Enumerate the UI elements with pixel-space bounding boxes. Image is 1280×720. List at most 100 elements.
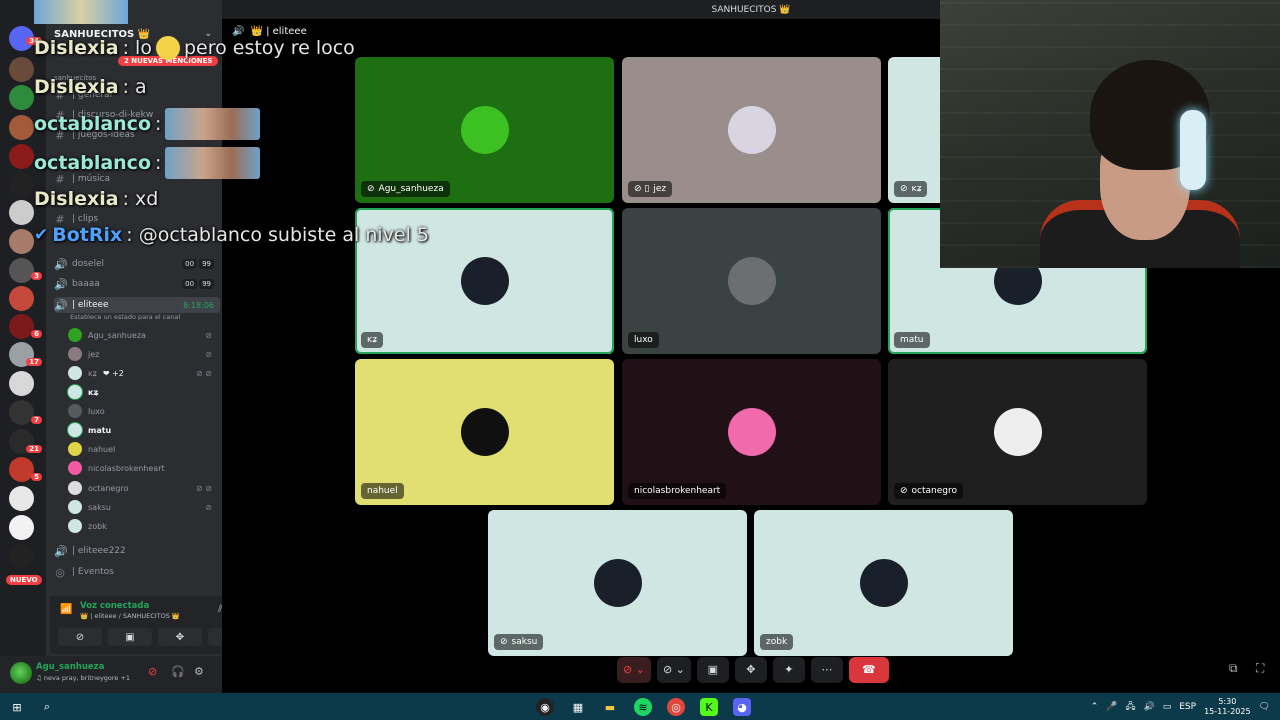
store-icon[interactable]: ▦ xyxy=(569,698,587,716)
soundboard-button[interactable]: ✦ xyxy=(772,656,805,683)
voice-channel-doselel[interactable]: 🔊 doselel 00 99 xyxy=(54,256,220,272)
server-icon[interactable] xyxy=(9,57,34,82)
server-icon[interactable] xyxy=(9,515,34,540)
leave-call-button[interactable]: ☎ xyxy=(848,656,889,683)
voice-member[interactable]: nicolasbrokenheart xyxy=(68,460,218,476)
activities-button[interactable]: ✥ xyxy=(158,628,202,646)
obs-icon[interactable]: ◉ xyxy=(536,698,554,716)
muted-icon: ⊘ xyxy=(500,637,508,647)
tile-name-label: matu xyxy=(894,332,930,348)
share-screen-button[interactable]: ▣ xyxy=(696,656,729,683)
voice-member[interactable]: matu xyxy=(68,422,218,438)
mic-muted-icon[interactable]: ⊘ xyxy=(148,665,157,678)
language-indicator[interactable]: ESP xyxy=(1179,702,1196,712)
video-tile[interactable]: ⊘ saksu xyxy=(488,510,747,656)
muted-icon: ⊘ xyxy=(205,502,212,512)
voice-channel-eliteee222[interactable]: 🔊 | eliteee222 xyxy=(54,543,220,559)
server-icon[interactable] xyxy=(9,371,34,396)
video-tile[interactable]: nicolasbrokenheart xyxy=(622,359,881,505)
voice-member[interactable]: octanegro ⊘ ⊘ xyxy=(68,480,218,496)
server-rail: 34 3 6 17 7 21 5 NUEVO xyxy=(0,0,46,693)
streamer-webcam xyxy=(940,0,1280,268)
volume-icon[interactable]: 🔊 xyxy=(1144,702,1155,712)
user-limit: 00 99 xyxy=(182,259,214,269)
channel-eventos[interactable]: ◎ | Eventos xyxy=(54,564,220,580)
clock[interactable]: 5:30 15-11-2025 xyxy=(1204,697,1251,717)
video-tile[interactable]: luxo xyxy=(622,208,881,354)
microphone-icon[interactable]: 🎤 xyxy=(1106,702,1117,712)
fullscreen-icon[interactable]: ⛶ xyxy=(1256,661,1264,676)
voice-channel-path[interactable]: 👑 | eliteee / SANHUECITOS 👑 xyxy=(80,612,180,620)
avatar xyxy=(993,408,1042,456)
video-tile[interactable]: zobk xyxy=(754,510,1013,656)
user-status: ♫ neva pray, britneygore +1 xyxy=(36,674,131,682)
avatar xyxy=(68,385,82,399)
camera-button[interactable]: ⊘ ⌄ xyxy=(656,656,691,683)
server-icon[interactable] xyxy=(9,544,34,569)
voice-channel-eliteee[interactable]: 🔊 | eliteee 8:18:06 xyxy=(54,297,220,313)
username[interactable]: Agu_sanhueza xyxy=(36,662,104,672)
headphones-icon[interactable]: 🎧 xyxy=(171,665,185,678)
file-explorer-icon[interactable]: ▬ xyxy=(601,698,619,716)
voice-member[interactable]: zobk xyxy=(68,518,218,534)
chevron-up-icon[interactable]: ⌃ xyxy=(1091,702,1099,712)
rail-badge: 3 xyxy=(31,272,42,280)
voice-member[interactable]: jez ⊘ xyxy=(68,346,218,362)
emote-icon xyxy=(155,36,180,60)
muted-icon: ⊘ xyxy=(367,184,375,194)
windows-start-icon[interactable]: ⊞ xyxy=(8,698,26,716)
camera-off-button[interactable]: ⊘ xyxy=(58,628,102,646)
deafened-icon: ⊘ ⊘ xyxy=(196,368,212,378)
voice-member[interactable]: nahuel xyxy=(68,441,218,457)
avatar xyxy=(727,106,776,154)
gear-icon[interactable]: ⚙ xyxy=(194,665,204,678)
battery-icon[interactable]: ▭ xyxy=(1163,702,1172,712)
server-icon[interactable] xyxy=(9,229,34,254)
search-icon[interactable]: ⌕ xyxy=(38,698,56,716)
avatar[interactable] xyxy=(10,662,32,684)
server-icon[interactable] xyxy=(9,144,34,169)
video-tile[interactable]: nahuel xyxy=(355,359,614,505)
voice-member[interactable]: ĸʑ xyxy=(68,384,218,400)
chrome-icon[interactable]: ◎ xyxy=(667,698,685,716)
rail-badge: 17 xyxy=(26,358,42,366)
server-icon[interactable] xyxy=(9,286,34,311)
popout-icon[interactable]: ⧉ xyxy=(1229,661,1238,676)
tile-name-label: ⊘ Agu_sanhueza xyxy=(361,181,450,197)
kick-icon[interactable]: K xyxy=(700,698,718,716)
rail-badge: 6 xyxy=(31,330,42,338)
network-icon[interactable]: 🖧 xyxy=(1125,699,1135,715)
voice-member[interactable]: saksu ⊘ xyxy=(68,499,218,515)
server-icon[interactable] xyxy=(9,258,34,283)
voice-member[interactable]: ĸʑ ❤ +2 ⊘ ⊘ xyxy=(68,365,218,381)
user-limit: 00 99 xyxy=(182,279,214,289)
avatar xyxy=(68,347,82,361)
discord-icon[interactable]: ◕ xyxy=(733,698,751,716)
video-tile[interactable]: ⊘ Agu_sanhueza xyxy=(355,57,614,203)
muted-icon: ⊘ xyxy=(900,486,908,496)
notifications-icon[interactable]: 🗨 xyxy=(1259,702,1270,712)
server-icon[interactable] xyxy=(9,115,34,140)
channel-status-placeholder[interactable]: Establece un estado para el canal xyxy=(70,313,180,321)
activities-button[interactable]: ✥ xyxy=(734,656,767,683)
server-icon[interactable] xyxy=(9,85,34,110)
tile-name-label: ⊘ ▯ jez xyxy=(628,181,673,197)
avatar xyxy=(68,404,82,418)
spotify-icon[interactable]: ≋ xyxy=(634,698,652,716)
voice-channel-baaaa[interactable]: 🔊 baaaa 00 99 xyxy=(54,276,220,292)
voice-member[interactable]: luxo xyxy=(68,403,218,419)
video-tile[interactable]: ⊘ ▯ jez xyxy=(622,57,881,203)
more-options-button[interactable]: ⋯ xyxy=(810,656,843,683)
voice-timer: 8:18:06 xyxy=(183,300,214,310)
mic-mute-button[interactable]: ⊘ ⌄ xyxy=(617,656,651,683)
server-icon[interactable] xyxy=(9,200,34,225)
video-tile[interactable]: ⊘ octanegro xyxy=(888,359,1147,505)
voice-member[interactable]: Agu_sanhueza ⊘ xyxy=(68,327,218,343)
emote-image xyxy=(165,147,261,179)
server-icon[interactable] xyxy=(9,172,34,197)
server-icon[interactable] xyxy=(9,486,34,511)
signal-icon[interactable]: 📶 xyxy=(60,604,72,615)
emote-image xyxy=(165,108,261,140)
share-screen-button[interactable]: ▣ xyxy=(108,628,152,646)
rail-badge: 7 xyxy=(31,416,42,424)
